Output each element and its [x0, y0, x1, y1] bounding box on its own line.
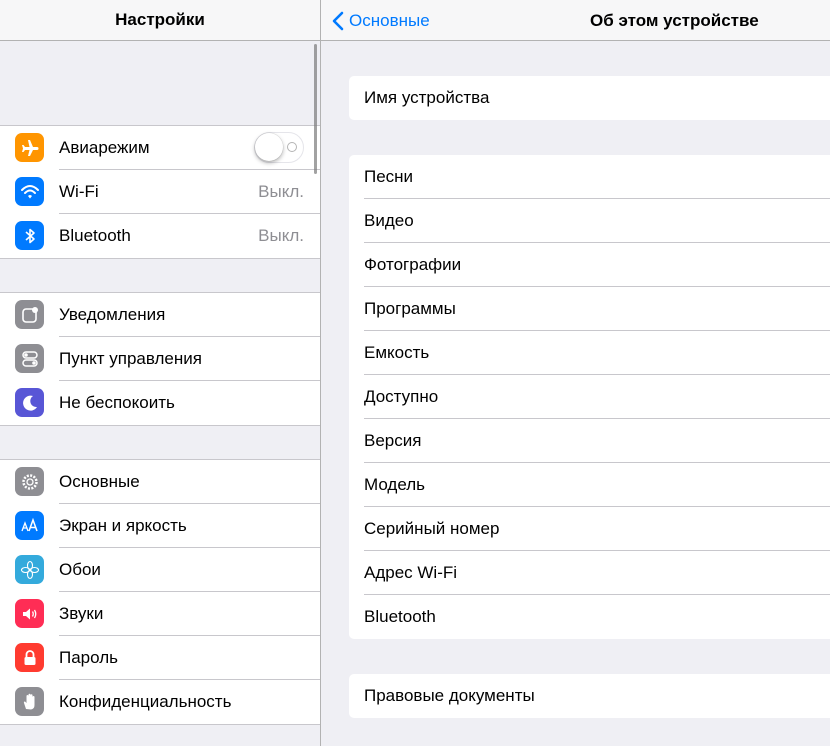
row-label: Песни: [364, 167, 414, 186]
about-row-wifi-address: Адрес Wi-Fi: [349, 551, 830, 595]
sidebar-item-label: Wi-Fi: [59, 182, 99, 201]
about-row-available: Доступно: [349, 375, 830, 419]
row-label: Фотографии: [364, 255, 462, 274]
sidebar-item-label: Пароль: [59, 648, 118, 667]
gear-icon: [15, 467, 44, 496]
sidebar-item-label: Основные: [59, 472, 140, 491]
sidebar-item-label: Звуки: [59, 604, 104, 623]
bluetooth-icon: [15, 221, 44, 250]
sidebar-item-airplane-mode[interactable]: Авиарежим: [0, 126, 320, 170]
sidebar-item-sounds[interactable]: Звуки: [0, 592, 320, 636]
sidebar-title: Настройки: [115, 10, 205, 29]
bluetooth-status-value: Выкл.: [258, 226, 304, 245]
sidebar-group-notifications: Уведомления Пункт управления Не беспокои…: [0, 292, 320, 426]
sidebar-item-privacy[interactable]: Конфиденциальность: [0, 680, 320, 724]
sidebar-item-passcode[interactable]: Пароль: [0, 636, 320, 680]
sidebar-item-wallpaper[interactable]: Обои: [0, 548, 320, 592]
toggle-off-indicator: [287, 142, 297, 152]
hand-icon: [15, 687, 44, 716]
speaker-icon: [15, 599, 44, 628]
row-label: Bluetooth: [364, 607, 436, 626]
sidebar-scrollbar[interactable]: [314, 44, 317, 174]
about-group-name: Имя устройства: [349, 76, 830, 120]
row-label: Версия: [364, 431, 422, 450]
notifications-icon: [15, 300, 44, 329]
sidebar-item-label: Не беспокоить: [59, 393, 175, 412]
row-label: Видео: [364, 211, 414, 230]
settings-sidebar: Настройки Авиарежим Wi-Fi Выкл. Bluetoot…: [0, 0, 320, 746]
sidebar-group-connectivity: Авиарежим Wi-Fi Выкл. Bluetooth Выкл.: [0, 125, 320, 259]
about-group-legal: Правовые документы: [349, 674, 830, 718]
row-label: Программы: [364, 299, 456, 318]
sidebar-item-label: Пункт управления: [59, 349, 202, 368]
control-center-icon: [15, 344, 44, 373]
back-button[interactable]: Основные: [331, 0, 430, 41]
airplane-mode-toggle[interactable]: [254, 132, 304, 163]
row-label: Правовые документы: [364, 686, 535, 705]
row-label: Модель: [364, 475, 426, 494]
sidebar-item-notifications[interactable]: Уведомления: [0, 293, 320, 337]
row-label: Имя устройства: [364, 88, 490, 107]
about-row-photos: Фотографии: [349, 243, 830, 287]
about-group-info: Песни Видео Фотографии Программы Емкость…: [349, 155, 830, 639]
toggle-knob: [255, 133, 283, 161]
row-label: Серийный номер: [364, 519, 500, 538]
moon-icon: [15, 388, 44, 417]
sidebar-group-general: Основные Экран и яркость Обои Звуки Паро…: [0, 459, 320, 725]
detail-pane: Основные Об этом устройстве Имя устройст…: [321, 0, 830, 746]
sidebar-item-display-brightness[interactable]: Экран и яркость: [0, 504, 320, 548]
display-brightness-icon: [15, 511, 44, 540]
page-title: Об этом устройстве: [590, 11, 759, 30]
sidebar-item-label: Уведомления: [59, 305, 166, 324]
sidebar-item-label: Bluetooth: [59, 226, 131, 245]
sidebar-nav-bar: Настройки: [0, 0, 320, 41]
chevron-left-icon: [332, 11, 344, 30]
row-label: Емкость: [364, 343, 430, 362]
about-row-bluetooth: Bluetooth: [349, 595, 830, 639]
sidebar-item-bluetooth[interactable]: Bluetooth Выкл.: [0, 214, 320, 258]
row-label: Доступно: [364, 387, 439, 406]
airplane-icon: [15, 133, 44, 162]
sidebar-item-label: Конфиденциальность: [59, 692, 232, 711]
about-row-serial-number: Серийный номер: [349, 507, 830, 551]
lock-icon: [15, 643, 44, 672]
back-button-label: Основные: [349, 10, 430, 30]
about-row-songs: Песни: [349, 155, 830, 199]
sidebar-item-label: Экран и яркость: [59, 516, 187, 535]
about-row-version: Версия: [349, 419, 830, 463]
sidebar-item-label: Обои: [59, 560, 101, 579]
sidebar-item-general[interactable]: Основные: [0, 460, 320, 504]
about-row-applications: Программы: [349, 287, 830, 331]
sidebar-item-control-center[interactable]: Пункт управления: [0, 337, 320, 381]
wifi-status-value: Выкл.: [258, 182, 304, 201]
sidebar-item-do-not-disturb[interactable]: Не беспокоить: [0, 381, 320, 425]
about-row-videos: Видео: [349, 199, 830, 243]
about-row-device-name[interactable]: Имя устройства: [349, 76, 830, 120]
detail-nav-bar: Основные Об этом устройстве: [321, 0, 830, 41]
about-row-model: Модель: [349, 463, 830, 507]
about-row-legal[interactable]: Правовые документы: [349, 674, 830, 718]
wallpaper-flower-icon: [15, 555, 44, 584]
wifi-icon: [15, 177, 44, 206]
about-row-capacity: Емкость: [349, 331, 830, 375]
sidebar-item-wifi[interactable]: Wi-Fi Выкл.: [0, 170, 320, 214]
row-label: Адрес Wi-Fi: [364, 563, 458, 582]
sidebar-item-label: Авиарежим: [59, 138, 150, 157]
